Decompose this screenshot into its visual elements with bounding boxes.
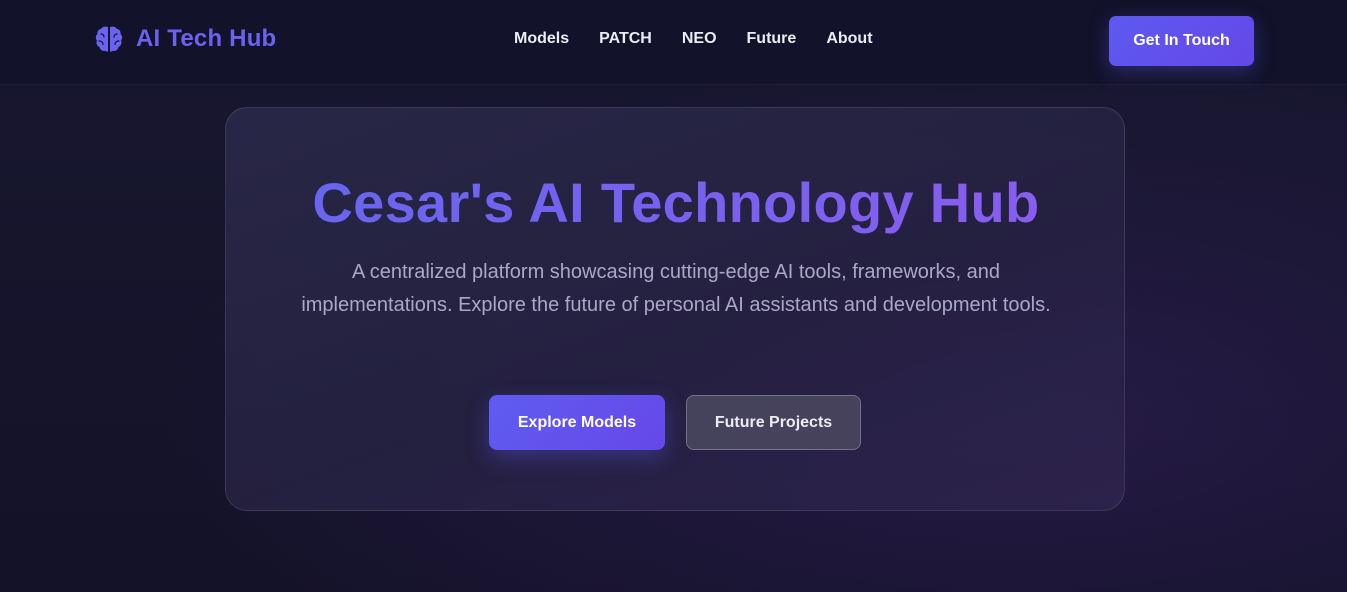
site-header: AI Tech Hub Models PATCH NEO Future Abou… [0, 0, 1347, 85]
nav-link-future[interactable]: Future [747, 30, 797, 48]
brain-icon [94, 24, 124, 54]
hero-card: Cesar's AI Technology Hub A centralized … [225, 107, 1125, 511]
hero-title: Cesar's AI Technology Hub [226, 170, 1126, 236]
future-projects-button[interactable]: Future Projects [686, 395, 861, 450]
brand-logo[interactable]: AI Tech Hub [94, 24, 276, 54]
nav-link-neo[interactable]: NEO [682, 30, 717, 48]
get-in-touch-button[interactable]: Get In Touch [1109, 16, 1254, 66]
main-nav: Models PATCH NEO Future About [514, 30, 903, 48]
explore-models-button[interactable]: Explore Models [489, 395, 665, 450]
hero-description: A centralized platform showcasing cuttin… [301, 261, 1051, 316]
hero-actions: Explore Models Future Projects [489, 395, 861, 450]
nav-link-about[interactable]: About [826, 30, 872, 48]
page: AI Tech Hub Models PATCH NEO Future Abou… [0, 0, 1347, 592]
nav-link-models[interactable]: Models [514, 30, 569, 48]
nav-link-patch[interactable]: PATCH [599, 30, 652, 48]
brand-title: AI Tech Hub [136, 25, 277, 52]
